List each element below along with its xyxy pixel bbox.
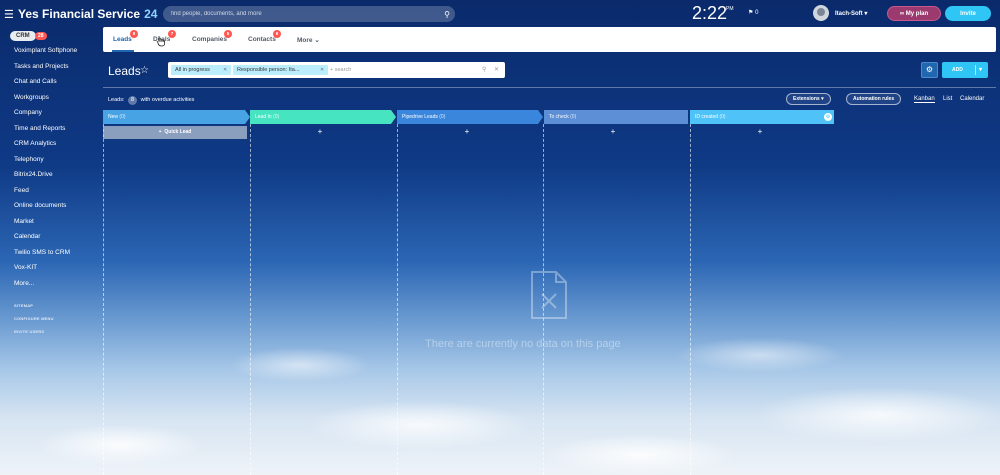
add-pipedrive-column-icon[interactable]: + — [462, 127, 472, 136]
column-divider — [690, 124, 691, 475]
flag-counter[interactable]: ⚑ 0 — [748, 9, 758, 16]
invite-button[interactable]: Invite — [945, 6, 991, 21]
filter-chip-all-in-progress[interactable]: All in progress — [171, 65, 231, 75]
filter-bar[interactable]: All in progress ✕ Responsible person: It… — [168, 62, 505, 78]
sidebar-item-workgroups[interactable]: Workgroups — [14, 94, 49, 101]
background-clouds — [0, 305, 1000, 475]
my-plan-label: My plan — [905, 10, 929, 17]
sidebar-item-crm-analytics[interactable]: CRM Analytics — [14, 140, 56, 147]
tab-deals-badge: 7 — [168, 30, 176, 38]
stage-new[interactable]: New (0) — [103, 110, 245, 124]
sidebar-item-voxkit[interactable]: Vox-KIT — [14, 264, 37, 271]
search-icon[interactable]: ⚲ — [439, 10, 455, 19]
overdue-suffix: with overdue activities — [140, 97, 195, 103]
quick-lead-label: Quick Lead — [164, 129, 192, 135]
infinity-icon: ∞ — [899, 10, 905, 17]
flag-count: 0 — [755, 10, 759, 16]
sidebar-invite-users-link[interactable]: INVITE USERS — [14, 329, 44, 334]
sidebar-item-company[interactable]: Company — [14, 109, 42, 116]
stage-to-check[interactable]: To check (0) — [544, 110, 688, 124]
stage-lead-in[interactable]: Lead In (0) — [250, 110, 391, 124]
filter-search-input[interactable] — [330, 65, 480, 75]
overdue-activities-info: Leads: 8 with overdue activities — [108, 96, 194, 105]
view-calendar-link[interactable]: Calendar — [960, 96, 984, 102]
column-divider — [103, 124, 104, 475]
sidebar-sitemap-link[interactable]: SITEMAP — [14, 303, 33, 308]
sidebar-item-twilio[interactable]: Twilio SMS to CRM — [14, 249, 70, 256]
empty-document-icon — [531, 271, 567, 319]
add-id-created-column-icon[interactable]: + — [755, 127, 765, 136]
search-icon[interactable]: ⚲ — [482, 66, 486, 73]
overdue-prefix: Leads: — [108, 97, 125, 103]
tab-contacts-badge: 6 — [273, 30, 281, 38]
empty-state-message: There are currently no data on this page — [425, 338, 621, 350]
column-divider — [397, 124, 398, 475]
sidebar-item-online-docs[interactable]: Online documents — [14, 202, 66, 209]
page-title: Leads — [108, 64, 141, 78]
add-button-separator — [975, 65, 976, 75]
star-icon[interactable]: ☆ — [140, 65, 149, 76]
add-button-label: ADD — [952, 67, 963, 73]
filter-chip-responsible[interactable]: Responsible person: Ita... — [233, 65, 328, 75]
crm-tabs-panel: Leads 8 Deals 7 Companies 5 Contacts 6 M… — [103, 27, 996, 52]
chevron-down-icon: ⌄ — [314, 37, 320, 44]
tab-companies[interactable]: Companies — [192, 36, 227, 43]
sidebar-item-more[interactable]: More... — [14, 280, 34, 287]
sidebar-item-telephony[interactable]: Telephony — [14, 156, 44, 163]
automation-rules-button[interactable]: Automation rules — [846, 93, 902, 105]
stage-id-created[interactable]: ID created (0) — [690, 110, 834, 124]
close-icon[interactable]: ✕ — [494, 66, 499, 73]
sidebar-configure-menu-link[interactable]: CONFIGURE MENU — [14, 316, 54, 321]
extensions-button[interactable]: Extensions ▾ — [786, 93, 831, 105]
divider — [103, 87, 996, 88]
stage-settings-icon[interactable]: ⚙ — [824, 113, 832, 121]
tab-more[interactable]: More ⌄ — [297, 36, 320, 44]
quick-lead-button[interactable]: + Quick Lead — [103, 126, 247, 139]
menu-icon[interactable]: ☰ — [4, 8, 18, 21]
sidebar-item-chat[interactable]: Chat and Calls — [14, 78, 57, 85]
overdue-count[interactable]: 8 — [128, 96, 138, 105]
stage-pipedrive-arrow — [538, 110, 543, 124]
close-icon[interactable]: ✕ — [320, 67, 324, 73]
tab-companies-badge: 5 — [224, 30, 232, 38]
tab-contacts[interactable]: Contacts — [248, 36, 276, 43]
flag-icon: ⚑ — [748, 10, 754, 16]
settings-button[interactable]: ⚙ — [921, 62, 938, 78]
global-search: ⚲ — [163, 6, 455, 22]
add-button[interactable]: ADD ▾ — [942, 62, 988, 78]
sidebar-item-market[interactable]: Market — [14, 218, 34, 225]
app-title-suffix: 24 — [144, 7, 158, 21]
add-lead-in-column-icon[interactable]: + — [315, 127, 325, 136]
sidebar-item-tasks[interactable]: Tasks and Projects — [14, 63, 69, 70]
view-kanban-link[interactable]: Kanban — [914, 96, 935, 103]
chevron-down-icon[interactable]: ▾ — [979, 62, 982, 78]
tab-leads-badge: 8 — [130, 30, 138, 38]
app-title[interactable]: Yes Financial Service 24 — [18, 7, 157, 21]
sidebar-item-time-reports[interactable]: Time and Reports — [14, 125, 65, 132]
user-name[interactable]: Itach-Soft ▾ — [835, 10, 867, 17]
stage-lead-in-arrow — [391, 110, 396, 124]
column-divider — [250, 124, 251, 475]
tab-leads[interactable]: Leads — [113, 36, 132, 43]
sidebar-item-voximplant[interactable]: Voximplant Softphone — [14, 47, 77, 54]
close-icon[interactable]: ✕ — [223, 67, 227, 73]
sidebar-item-crm[interactable]: CRM — [10, 31, 36, 41]
active-tab-underline — [112, 50, 134, 52]
sidebar-item-feed[interactable]: Feed — [14, 187, 29, 194]
stage-pipedrive-leads[interactable]: Pipedrive Leads (0) — [397, 110, 538, 124]
clock-time[interactable]: 2:22 — [692, 3, 727, 24]
clock-ampm: PM — [726, 6, 734, 12]
view-list-link[interactable]: List — [943, 96, 952, 102]
avatar[interactable] — [813, 5, 829, 21]
add-to-check-column-icon[interactable]: + — [608, 127, 618, 136]
hand-cursor-icon — [156, 36, 165, 47]
crm-count-badge: 28 — [35, 32, 47, 40]
sidebar-item-calendar[interactable]: Calendar — [14, 233, 40, 240]
my-plan-button[interactable]: ∞ My plan — [887, 6, 941, 21]
search-input[interactable] — [163, 11, 439, 17]
sidebar-item-drive[interactable]: Bitrix24.Drive — [14, 171, 53, 178]
gear-icon: ⚙ — [925, 65, 934, 74]
